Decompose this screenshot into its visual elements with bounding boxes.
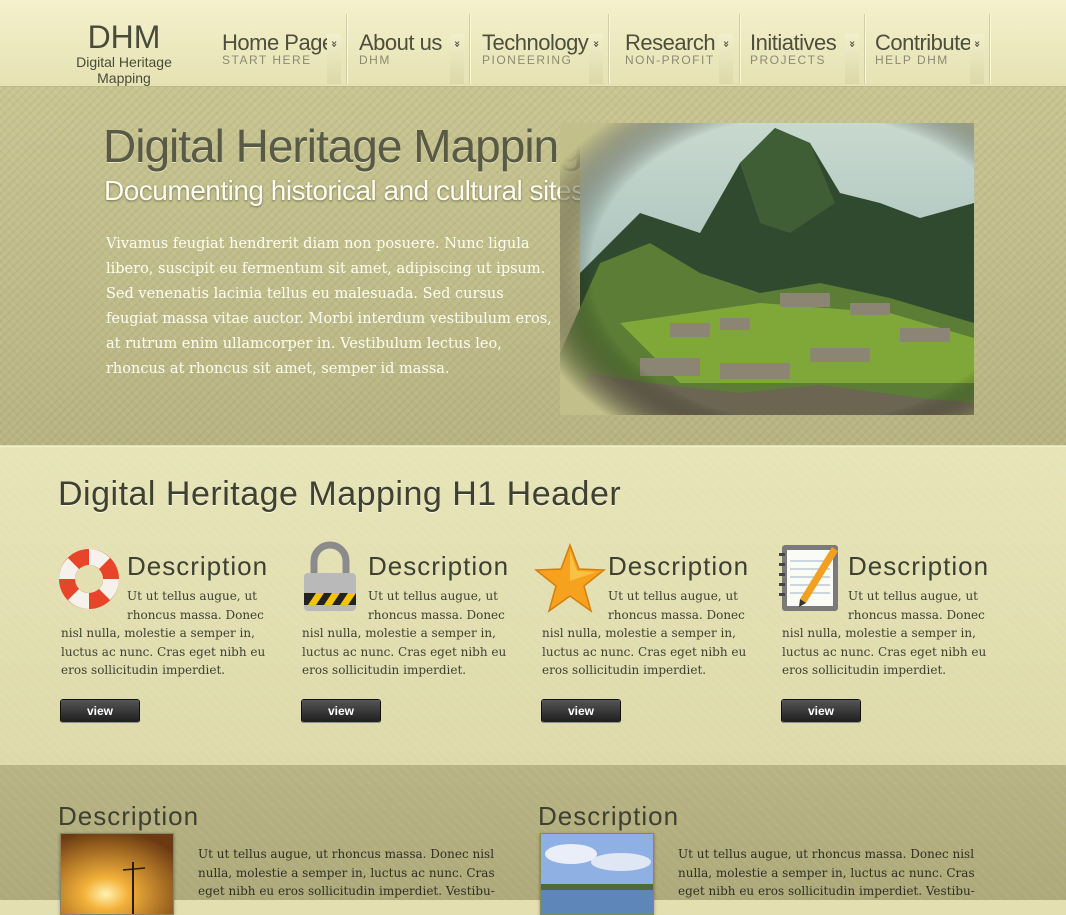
bottom-article: Description Ut ut tellus augue, ut rhonc… [538,795,998,915]
feature-text: Ut ut tellus augue, ut rhoncus massa. Do… [302,587,518,680]
nav-item-subtitle: PIONEERING [482,53,573,67]
feature-text-body: nisl nulla, molestie a semper in, luctus… [302,626,507,677]
chevron-down-icon[interactable]: » [970,34,984,84]
feature-text-top: Ut ut tellus augue, ut rhoncus massa. Do… [848,589,985,622]
feature-title: Description [368,551,510,581]
lake-thumbnail-image[interactable] [540,833,654,915]
nav-item-subtitle: DHM [359,53,391,67]
view-button[interactable]: view [61,700,139,722]
nav-item-home[interactable]: Home Page START HERE » [210,14,347,84]
feature-text: Ut ut tellus augue, ut rhoncus massa. Do… [782,587,998,680]
hero-image-machu-picchu [560,123,974,415]
feature-title: Description [127,551,269,581]
hero-title: Digital Heritage Mapping [103,120,584,172]
site-header: DHM Digital Heritage Mapping Home Page S… [0,0,1066,87]
feature-card: Description Ut ut tellus augue, ut rhonc… [302,537,532,737]
chevron-down-icon[interactable]: » [845,34,859,84]
article-title: Description [538,801,680,831]
nav-item-subtitle: HELP DHM [875,53,949,67]
view-button[interactable]: view [542,700,620,722]
logo-fullname: Digital Heritage Mapping [76,54,172,86]
section-heading: Digital Heritage Mapping H1 Header [58,475,622,513]
nav-item-about[interactable]: About us DHM » [347,14,470,84]
feature-card: Description Ut ut tellus augue, ut rhonc… [59,537,291,737]
view-button[interactable]: view [302,700,380,722]
feature-text-body: nisl nulla, molestie a semper in, luctus… [542,626,747,677]
nav-item-initiatives[interactable]: Initiatives PROJECTS » [740,14,865,84]
hero-subtitle: Documenting historical and cultural site… [104,175,585,206]
nav-item-technology[interactable]: Technology PIONEERING » [470,14,609,84]
feature-text-body: nisl nulla, molestie a semper in, luctus… [782,626,987,677]
site-logo[interactable]: DHM Digital Heritage Mapping [50,20,198,86]
logo-abbreviation: DHM [87,19,161,55]
feature-title: Description [848,551,990,581]
feature-text-body: nisl nulla, molestie a semper in, luctus… [61,626,266,677]
article-text: Ut ut tellus augue, ut rhoncus massa. Do… [198,847,495,898]
nav-item-research[interactable]: Research NON-PROFIT » [609,14,740,84]
feature-text: Ut ut tellus augue, ut rhoncus massa. Do… [61,587,277,680]
feature-text-top: Ut ut tellus augue, ut rhoncus massa. Do… [368,589,505,622]
feature-card: Description Ut ut tellus augue, ut rhonc… [779,537,1012,737]
chevron-down-icon[interactable]: » [719,34,733,84]
chevron-down-icon[interactable]: » [450,34,464,84]
article-title: Description [58,801,200,831]
feature-text: Ut ut tellus augue, ut rhoncus massa. Do… [542,587,758,680]
bottom-section: Description Ut ut tellus augue, ut rhonc… [0,765,1066,915]
bottom-article: Description Ut ut tellus augue, ut rhonc… [58,795,518,915]
chevron-down-icon[interactable]: » [327,34,341,84]
hero-text: Vivamus feugiat hendrerit diam non posue… [106,236,552,377]
feature-title: Description [608,551,750,581]
nav-item-subtitle: PROJECTS [750,53,827,67]
nav-item-subtitle: NON-PROFIT [625,53,715,67]
article-text: Ut ut tellus augue, ut rhoncus massa. Do… [678,847,975,898]
chevron-down-icon[interactable]: » [589,34,603,84]
view-button[interactable]: view [782,700,860,722]
main-navigation: Home Page START HERE » About us DHM » Te… [210,14,990,84]
feature-text-top: Ut ut tellus augue, ut rhoncus massa. Do… [127,589,264,622]
nav-item-contribute[interactable]: Contribute HELP DHM » [865,14,990,84]
hero-banner: Digital Heritage Mapping Documenting his… [0,87,1066,445]
sunset-thumbnail-image[interactable] [60,833,174,915]
feature-card: Description Ut ut tellus augue, ut rhonc… [534,537,772,737]
nav-item-subtitle: START HERE [222,53,312,67]
features-section: Digital Heritage Mapping H1 Header Descr… [0,446,1066,766]
feature-text-top: Ut ut tellus augue, ut rhoncus massa. Do… [608,589,745,622]
